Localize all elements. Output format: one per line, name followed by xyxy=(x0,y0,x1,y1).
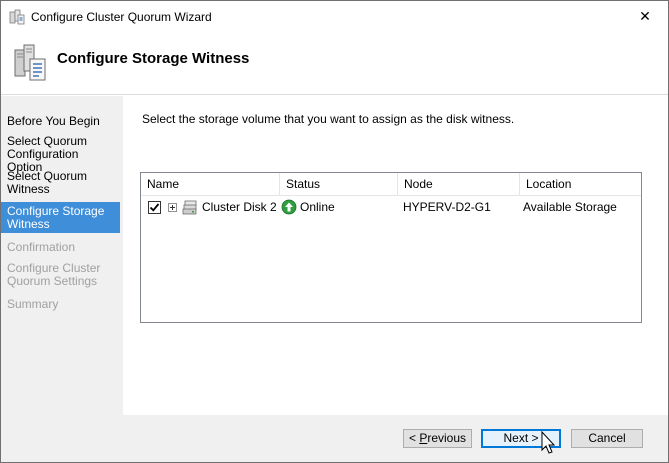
cancel-button[interactable]: Cancel xyxy=(571,429,643,448)
online-arrow-up-icon xyxy=(281,199,297,215)
wizard-header: Configure Storage Witness xyxy=(1,32,668,95)
step-configure-storage-witness[interactable]: Configure Storage Witness xyxy=(1,202,120,233)
column-header-status[interactable]: Status xyxy=(280,173,398,196)
disk-select-checkbox[interactable] xyxy=(148,201,161,214)
column-header-name[interactable]: Name xyxy=(141,173,280,196)
step-before-you-begin[interactable]: Before You Begin xyxy=(1,113,120,130)
wizard-steps-sidebar: Before You Begin Select Quorum Configura… xyxy=(1,96,123,462)
disk-node: HYPERV-D2-G1 xyxy=(403,200,491,214)
wizard-window: Configure Cluster Quorum Wizard ✕ Config… xyxy=(0,0,669,463)
mouse-pointer-icon xyxy=(541,431,556,454)
list-header: Name Status Node Location xyxy=(141,173,641,196)
cluster-servers-icon xyxy=(9,9,25,25)
wizard-footer: < Previous Next > Cancel xyxy=(123,415,668,462)
close-icon: ✕ xyxy=(639,8,651,24)
storage-volume-list[interactable]: Name Status Node Location Cluster Disk 2… xyxy=(140,172,642,323)
window-title: Configure Cluster Quorum Wizard xyxy=(31,10,212,24)
instruction-text: Select the storage volume that you want … xyxy=(142,112,515,126)
expand-button[interactable] xyxy=(168,203,177,212)
title-bar: Configure Cluster Quorum Wizard ✕ xyxy=(1,1,668,32)
step-configure-cluster-quorum-settings: Configure Cluster Quorum Settings xyxy=(7,261,101,288)
disk-name: Cluster Disk 2 xyxy=(202,200,277,214)
page-title: Configure Storage Witness xyxy=(57,50,250,67)
disk-location: Available Storage xyxy=(523,200,617,214)
column-header-location[interactable]: Location xyxy=(520,173,641,196)
disk-status: Online xyxy=(300,200,335,214)
step-summary: Summary xyxy=(7,297,59,311)
previous-rest: revious xyxy=(427,431,467,445)
column-header-node[interactable]: Node xyxy=(398,173,520,196)
table-row[interactable]: Cluster Disk 2 Online HYPERV-D2-G1 Avail… xyxy=(141,197,641,218)
checkmark-icon xyxy=(149,203,160,212)
wizard-content: Select the storage volume that you want … xyxy=(123,96,668,415)
previous-button[interactable]: < Previous xyxy=(403,429,472,448)
step-select-quorum-witness[interactable]: Select Quorum Witness xyxy=(1,168,120,198)
step-confirmation: Confirmation xyxy=(7,240,76,254)
previous-prefix: < xyxy=(408,431,420,445)
close-button[interactable]: ✕ xyxy=(622,1,668,32)
cluster-servers-icon xyxy=(14,44,46,81)
plus-icon xyxy=(170,205,175,210)
disk-drive-icon xyxy=(182,200,197,215)
